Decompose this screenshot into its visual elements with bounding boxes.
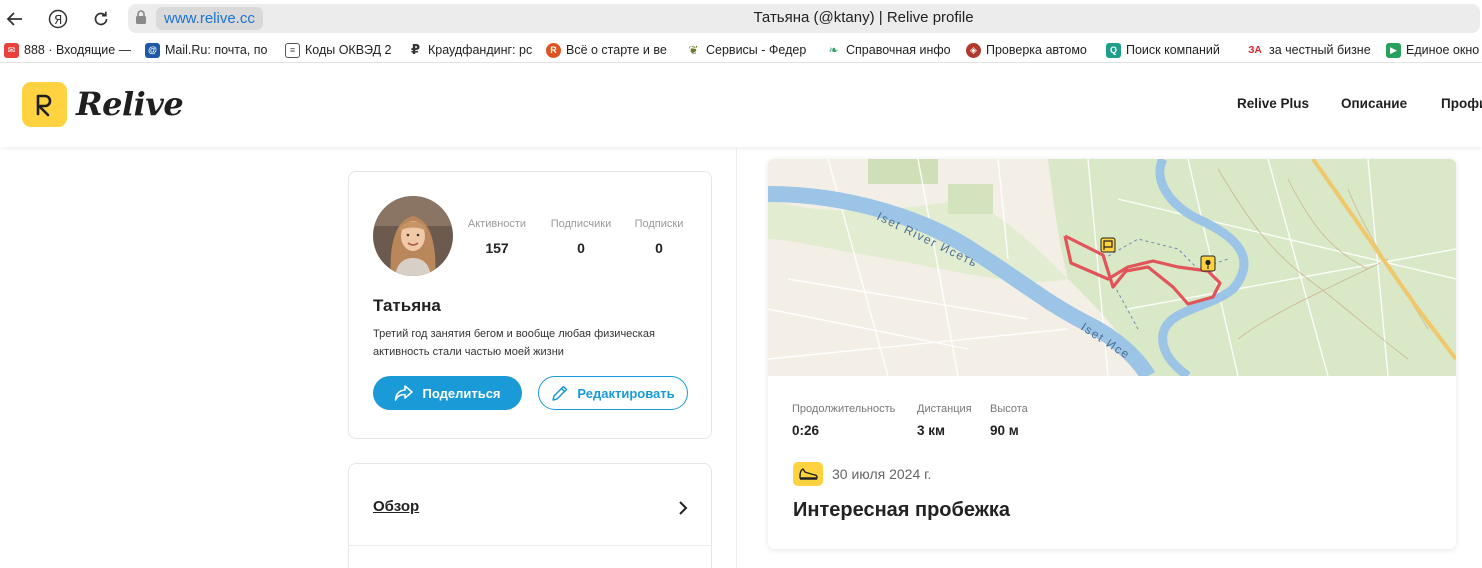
search-square-icon: Q	[1106, 42, 1121, 58]
overview-divider	[349, 545, 711, 546]
field-area	[948, 184, 993, 214]
field-area	[868, 159, 938, 184]
stat-following[interactable]: Подписки 0	[629, 218, 689, 256]
activity-type-badge	[793, 462, 823, 486]
edit-profile-button[interactable]: Редактировать	[538, 376, 688, 410]
logo-badge[interactable]	[22, 82, 67, 127]
route-map[interactable]: Iset River Исеть Iset Исе	[768, 159, 1456, 376]
pencil-icon	[552, 385, 568, 401]
ruble-icon: ₽	[408, 42, 423, 58]
overview-link[interactable]: Обзор	[373, 498, 419, 515]
metric-distance: Дистанция 3 км	[917, 403, 972, 438]
bookmark-item[interactable]: ЗА за честный бизне	[1246, 41, 1374, 59]
share-button[interactable]: Поделиться	[373, 376, 522, 410]
activity-card[interactable]: Iset River Исеть Iset Исе Продолжительно…	[768, 159, 1456, 549]
metric-duration: Продолжительность 0:26	[792, 403, 896, 438]
bookmark-item[interactable]: Q Поиск компаний	[1106, 41, 1234, 59]
relive-logo-icon	[36, 94, 52, 117]
profile-bio: Третий год занятия бегом и вообще любая …	[373, 328, 655, 358]
bookmark-item[interactable]: ▶ Единое окно	[1386, 41, 1482, 59]
leaf-icon: ❧	[826, 42, 841, 58]
bookmark-item[interactable]: R Всё о старте и ве	[546, 41, 674, 59]
play-square-icon: ▶	[1386, 42, 1401, 58]
bookmarks-bar: ✉ 888 · Входящие — @ Mail.Ru: почта, по …	[0, 37, 1482, 63]
bookmark-item[interactable]: ✉ 888 · Входящие —	[4, 41, 132, 59]
metric-elevation: Высота 90 м	[990, 403, 1028, 438]
stat-activities[interactable]: Активности 157	[463, 218, 531, 256]
bookmark-item[interactable]: ❦ Сервисы - Федер	[686, 41, 814, 59]
bookmark-item[interactable]: ❧ Справочная инфо	[826, 41, 954, 59]
running-shoe-icon	[799, 468, 818, 480]
page-title: Татьяна (@ktany) | Relive profile	[753, 9, 974, 26]
share-arrow-icon	[395, 385, 414, 401]
start-pin-icon	[1200, 255, 1216, 272]
activity-title[interactable]: Интересная пробежка	[793, 499, 1010, 522]
nav-relive-plus[interactable]: Relive Plus	[1237, 96, 1309, 111]
overview-card: Обзор	[348, 463, 712, 568]
za-icon: ЗА	[1246, 42, 1264, 58]
chevron-right-icon[interactable]	[677, 500, 689, 516]
nav-description[interactable]: Описание	[1341, 96, 1407, 111]
at-icon: @	[145, 42, 160, 58]
avatar[interactable]	[373, 196, 453, 276]
profile-card: Активности 157 Подписчики 0 Подписки 0 Т…	[348, 171, 712, 439]
bookmark-item[interactable]: @ Mail.Ru: почта, по	[145, 41, 273, 59]
bookmark-item[interactable]: ◈ Проверка автомо	[966, 41, 1094, 59]
logo-text[interactable]: Relive	[76, 85, 184, 123]
browser-toolbar: Я www.relive.cc Татьяна (@ktany) | Reliv…	[0, 0, 1482, 37]
nav-pro[interactable]: Профи	[1441, 96, 1482, 111]
finish-flag-icon	[1100, 237, 1116, 253]
avatar-photo-icon	[373, 196, 453, 276]
site-header: Relive Relive Plus Описание Профи	[0, 63, 1482, 147]
profile-name: Татьяна	[373, 296, 441, 315]
shield-icon: ◈	[966, 42, 981, 58]
emblem-icon: ❦	[686, 42, 701, 58]
bookmark-item[interactable]: ≡ Коды ОКВЭД 2	[285, 41, 397, 59]
activity-date: 30 июля 2024 г.	[832, 466, 932, 482]
r-badge-icon: R	[546, 42, 561, 58]
column-divider	[736, 147, 737, 568]
bookmark-item[interactable]: ₽ Краудфандинг: рс	[408, 41, 536, 59]
mail-icon: ✉	[4, 42, 19, 58]
stat-followers[interactable]: Подписчики 0	[544, 218, 618, 256]
document-icon: ≡	[285, 42, 300, 58]
